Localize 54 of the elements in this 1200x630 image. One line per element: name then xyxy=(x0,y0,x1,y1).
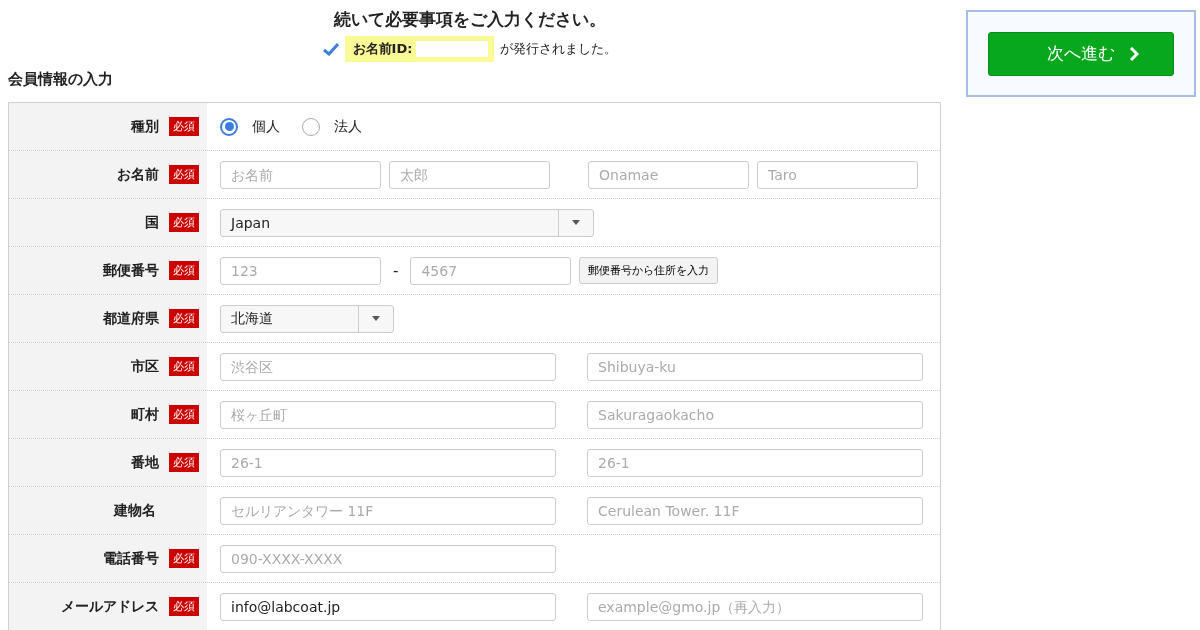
page-heading: 続いて必要事項をご入力ください。 xyxy=(334,8,606,30)
field-label: 番地 xyxy=(131,453,159,472)
input-field[interactable]: 26-1 xyxy=(220,448,556,477)
id-highlight: お名前ID: xyxy=(344,36,495,62)
notice-text: が発行されました。 xyxy=(500,40,618,58)
input-field[interactable]: 桜ヶ丘町 xyxy=(220,400,556,429)
input-field[interactable]: セルリアンタワー 11F xyxy=(220,496,556,525)
field-label: 都道府県 xyxy=(103,309,159,328)
input-field[interactable]: 4567 xyxy=(410,256,572,285)
caret-icon xyxy=(372,316,380,321)
dropdown[interactable]: 北海道 xyxy=(220,304,394,333)
field-label: 種別 xyxy=(131,117,159,136)
required-badge: 必須 xyxy=(169,357,199,376)
field-label: 国 xyxy=(145,213,159,232)
input-field[interactable]: 26-1 xyxy=(587,448,923,477)
required-badge: 必須 xyxy=(169,165,199,184)
input-field[interactable]: Shibuya-ku xyxy=(587,352,923,381)
input-field[interactable]: Taro xyxy=(757,160,918,189)
input-field[interactable]: Onamae xyxy=(588,160,749,189)
required-badge: 必須 xyxy=(169,597,199,616)
required-badge: 必須 xyxy=(169,309,199,328)
radio-label: 法人 xyxy=(334,117,362,136)
checkmark-icon xyxy=(322,42,339,56)
address-lookup-button[interactable]: 郵便番号から住所を入力 xyxy=(579,257,719,284)
required-badge: 必須 xyxy=(169,453,199,472)
chevron-icon xyxy=(1129,46,1139,61)
input-field[interactable]: 090-XXXX-XXXX xyxy=(220,544,556,573)
field-label: メールアドレス xyxy=(61,597,159,616)
required-badge: 必須 xyxy=(169,405,199,424)
required-badge: 必須 xyxy=(169,117,199,136)
separator: - xyxy=(393,261,399,280)
input-field[interactable]: 渋谷区 xyxy=(220,352,556,381)
caret-icon xyxy=(572,220,580,225)
field-label: お名前 xyxy=(117,165,159,184)
field-label: 町村 xyxy=(131,405,159,424)
required-badge: 必須 xyxy=(169,261,199,280)
input-field[interactable]: example@gmo.jp（再入力） xyxy=(587,592,923,621)
input-field[interactable]: Cerulean Tower. 11F xyxy=(587,496,923,525)
radio-label: 個人 xyxy=(252,117,280,136)
field-label: 建物名 xyxy=(114,501,156,520)
required-badge: 必須 xyxy=(169,549,199,568)
required-badge: 必須 xyxy=(169,213,199,232)
field-label: 電話番号 xyxy=(103,549,159,568)
radio-button[interactable] xyxy=(220,117,238,136)
input-field[interactable]: info@labcoat.jp xyxy=(220,592,556,621)
field-label: 郵便番号 xyxy=(103,261,159,280)
input-field[interactable]: 123 xyxy=(220,256,381,285)
input-field[interactable]: お名前 xyxy=(220,160,381,189)
radio-button[interactable] xyxy=(302,117,320,136)
field-label: 市区 xyxy=(131,357,159,376)
section-title: 会員情報の入力 xyxy=(8,70,113,89)
input-field[interactable]: 太郎 xyxy=(389,160,550,189)
input-field[interactable]: Sakuragaokacho xyxy=(587,400,923,429)
dropdown[interactable]: Japan xyxy=(220,208,594,237)
